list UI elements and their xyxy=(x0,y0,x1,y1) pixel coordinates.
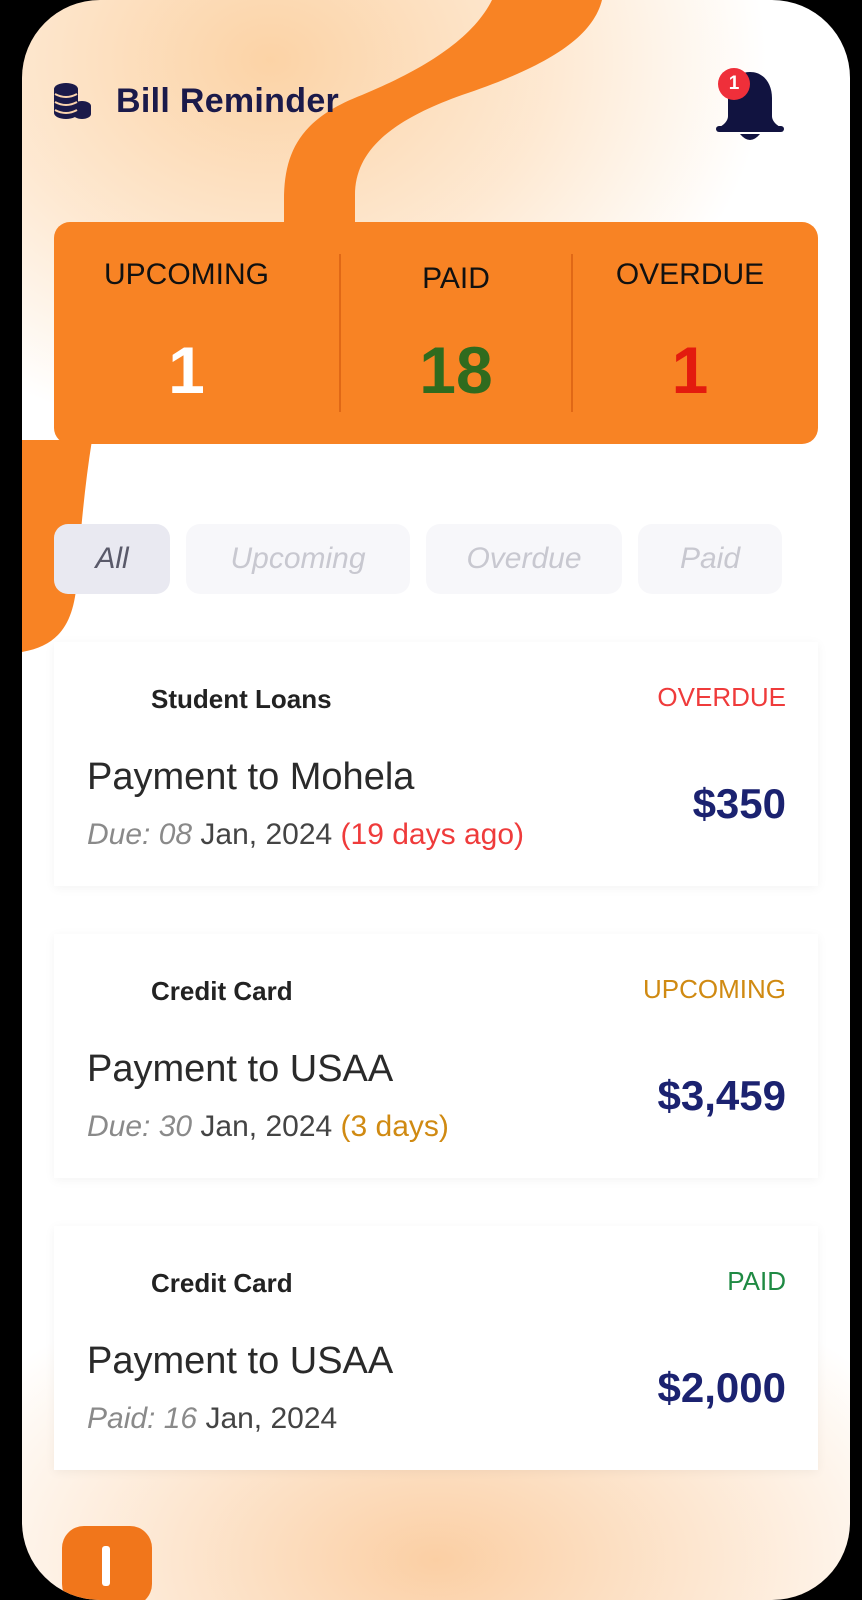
due-prefix: Due: 08 xyxy=(87,818,193,851)
summary-upcoming[interactable]: UPCOMING 1 xyxy=(54,222,319,444)
phone-screen: Bill Reminder 1 UPCOMING 1 PAID 18 OVERD… xyxy=(22,0,850,1600)
filter-overdue[interactable]: Overdue xyxy=(426,524,622,594)
summary-paid[interactable]: PAID 18 xyxy=(341,222,571,444)
bill-payee: Payment to USAA xyxy=(87,1048,394,1090)
app-title: Bill Reminder xyxy=(116,82,340,120)
bill-amount: $3,459 xyxy=(657,1072,786,1119)
status-badge: PAID xyxy=(727,1266,786,1296)
upcoming-label: UPCOMING xyxy=(104,258,269,291)
paid-prefix: Paid: 16 xyxy=(87,1402,198,1435)
bill-due-date: Due: 08 Jan, 2024 (19 days ago) xyxy=(87,818,524,852)
bill-payee: Payment to Mohela xyxy=(87,756,415,798)
filter-all[interactable]: All xyxy=(54,524,170,594)
bill-category: Student Loans xyxy=(151,684,332,714)
notification-badge: 1 xyxy=(718,68,750,100)
summary-card: UPCOMING 1 PAID 18 OVERDUE 1 xyxy=(54,222,818,444)
bill-amount: $350 xyxy=(692,780,786,827)
paid-count: 18 xyxy=(419,333,493,407)
bill-card[interactable]: Student Loans OVERDUE Payment to Mohela … xyxy=(54,642,818,886)
due-date: Jan, 2024 xyxy=(200,818,333,851)
upcoming-count: 1 xyxy=(168,333,205,407)
filter-upcoming[interactable]: Upcoming xyxy=(186,524,410,594)
bill-card[interactable]: Credit Card PAID Payment to USAA Paid: 1… xyxy=(54,1226,818,1470)
plus-icon xyxy=(102,1546,110,1586)
status-badge: OVERDUE xyxy=(657,682,786,712)
coins-stack-icon xyxy=(54,83,91,119)
due-prefix: Due: 30 xyxy=(87,1110,193,1143)
bill-category: Credit Card xyxy=(151,1268,293,1298)
overdue-count: 1 xyxy=(671,333,709,407)
bill-payee: Payment to USAA xyxy=(87,1340,394,1382)
paid-label: PAID xyxy=(422,262,490,295)
summary-overdue[interactable]: OVERDUE 1 xyxy=(573,222,807,444)
bill-card[interactable]: Credit Card UPCOMING Payment to USAA Due… xyxy=(54,934,818,1178)
bill-due-date: Due: 30 Jan, 2024 (3 days) xyxy=(87,1110,449,1144)
paid-date: Jan, 2024 xyxy=(205,1402,338,1435)
bill-category: Credit Card xyxy=(151,976,293,1006)
due-relative: (3 days) xyxy=(340,1110,449,1143)
add-bill-button[interactable] xyxy=(62,1526,152,1600)
due-date: Jan, 2024 xyxy=(200,1110,333,1143)
bill-paid-date: Paid: 16 Jan, 2024 xyxy=(87,1402,337,1436)
filter-paid[interactable]: Paid xyxy=(638,524,782,594)
due-relative: (19 days ago) xyxy=(340,818,524,851)
status-badge: UPCOMING xyxy=(643,974,786,1004)
overdue-label: OVERDUE xyxy=(615,258,765,291)
bill-amount: $2,000 xyxy=(657,1364,786,1411)
